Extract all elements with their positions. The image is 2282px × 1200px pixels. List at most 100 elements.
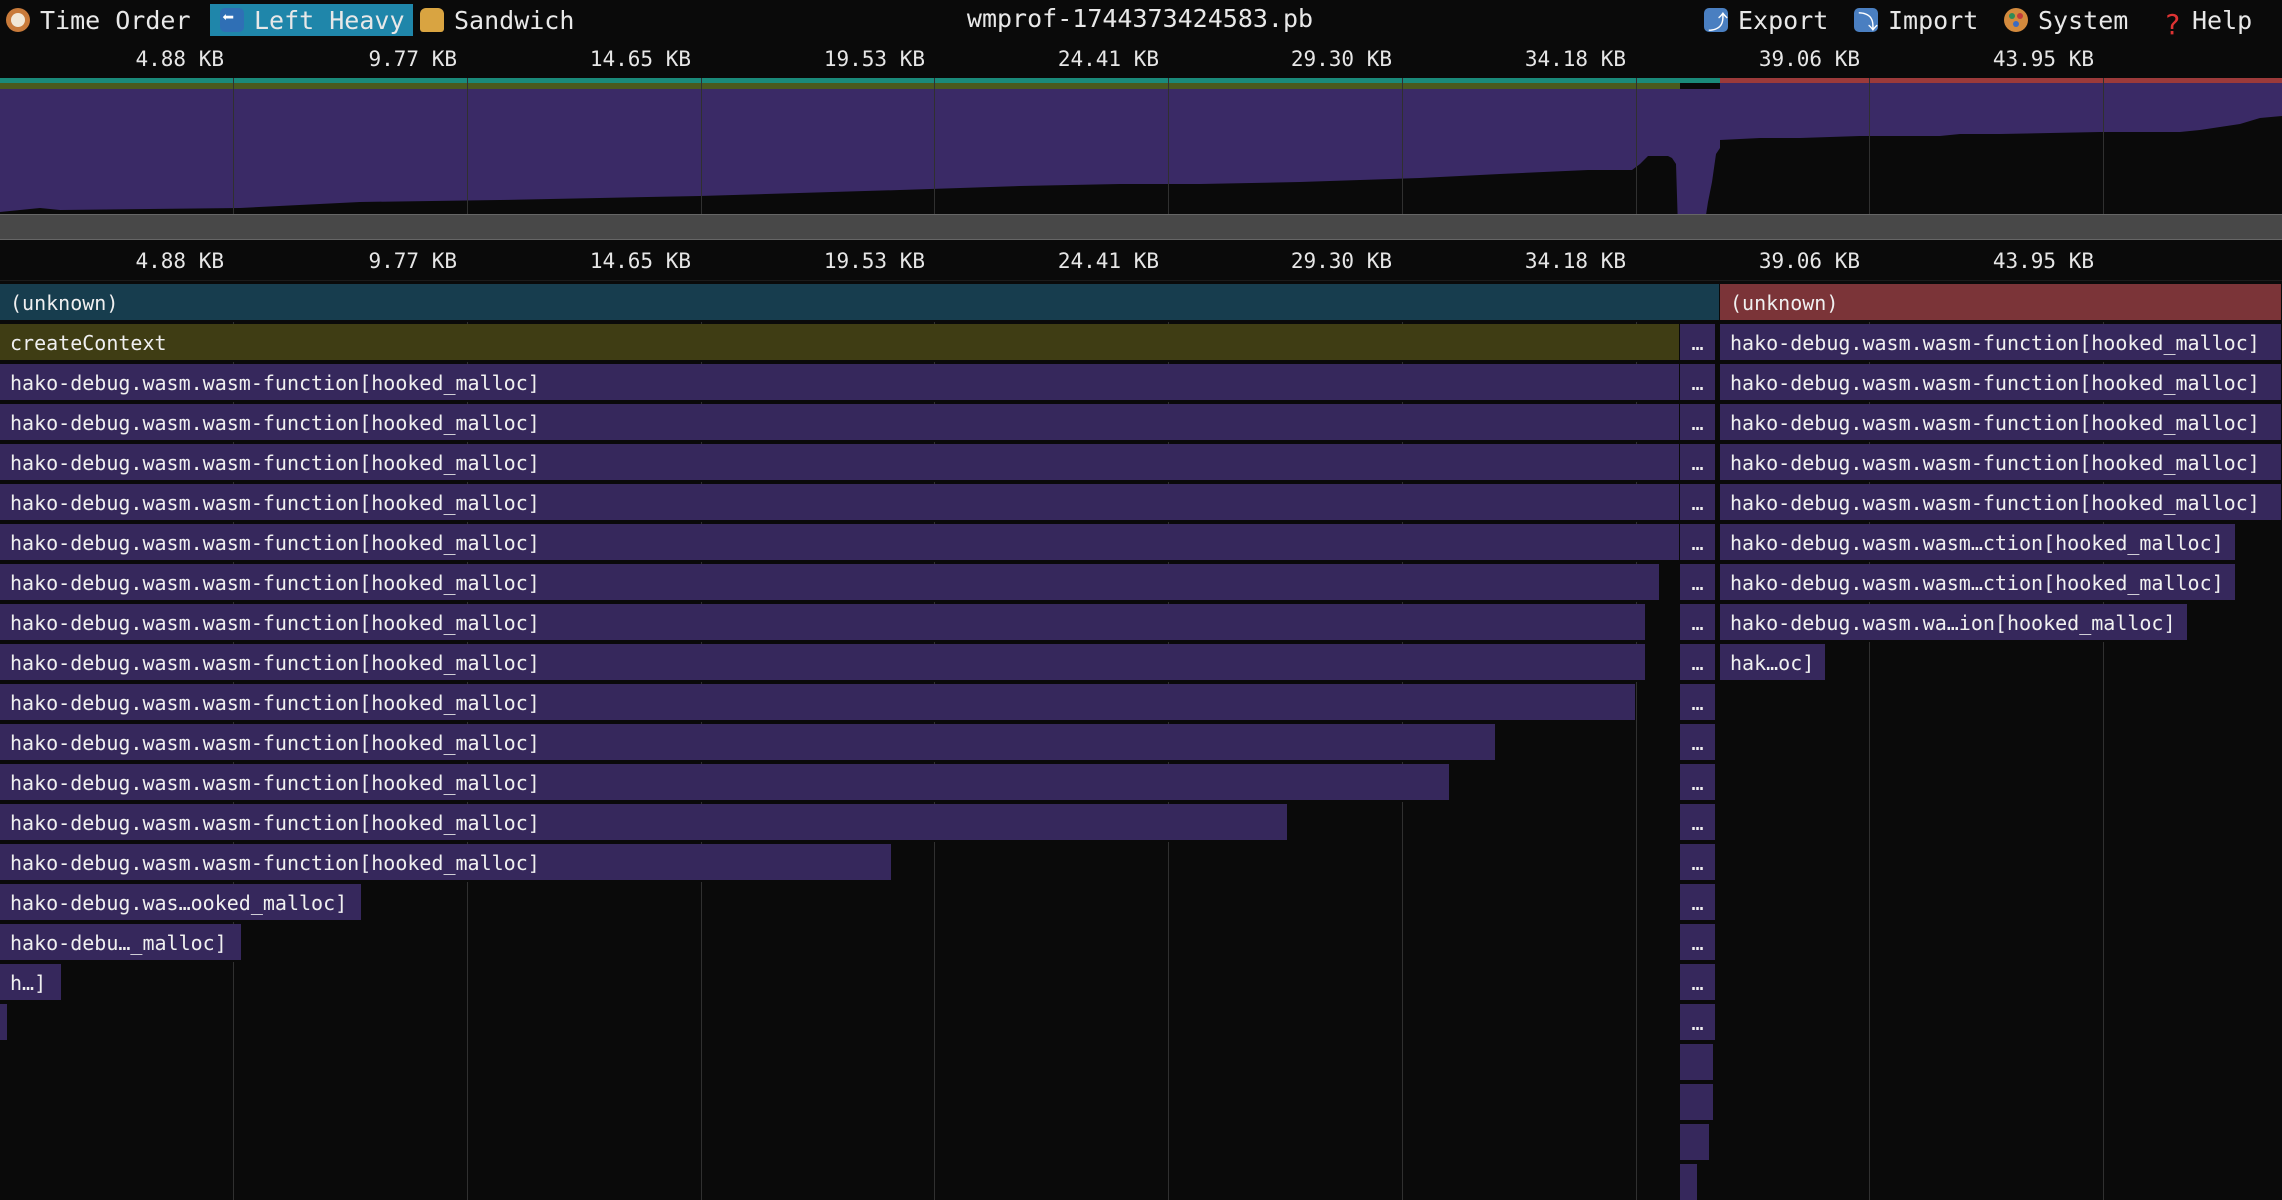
frame-hooked-malloc[interactable]: hako-debug.wasm.wasm-function[hooked_mal… [0,804,1288,842]
frame-collapsed[interactable]: … [1680,804,1716,842]
axis-tick: 4.88 KB [135,47,224,71]
frame-hooked-malloc[interactable]: hako-debu…_malloc] [0,924,242,962]
sandwich-tab[interactable]: Sandwich [420,4,590,36]
viewport-scrollbar[interactable] [0,214,2282,240]
frame-hooked-malloc[interactable]: hako-debug.was…ooked_malloc] [0,884,362,922]
axis-tick: 24.41 KB [1057,249,1159,273]
frame-hooked-malloc[interactable]: hako-debug.wasm.wa…ion[hooked_malloc] [1720,604,2188,642]
frame-collapsed[interactable]: … [1680,524,1716,562]
frame-hooked-malloc[interactable]: hako-debug.wasm.wasm-function[hooked_mal… [0,524,1680,562]
frame-unknown[interactable]: (unknown) [1720,284,2282,322]
sandwich-label: Sandwich [454,5,575,35]
axis-tick: 19.53 KB [823,47,925,71]
frame-hooked-malloc[interactable] [1680,1084,1714,1122]
frame-collapsed[interactable]: … [1680,564,1716,602]
axis-tick: 43.95 KB [1992,249,2094,273]
help-button[interactable]: ? Help [2164,4,2280,42]
frame-hooked-malloc[interactable]: hako-debug.wasm.wasm-function[hooked_mal… [0,444,1680,482]
frame-hooked-malloc[interactable]: hako-debug.wasm.wasm-function[hooked_mal… [0,844,892,882]
frame-collapsed[interactable]: … [1680,684,1716,722]
frame-hooked-malloc[interactable]: hako-debug.wasm.wasm-function[hooked_mal… [1720,324,2282,362]
frame-hooked-malloc[interactable]: hako-debug.wasm.wasm-function[hooked_mal… [0,764,1450,802]
axis-tick: 4.88 KB [135,249,224,273]
overview-malloc-area-right [1720,83,2282,140]
question-mark-icon: ? [2164,8,2181,41]
frame-hooked-malloc[interactable]: hako-debug.wasm.wasm-function[hooked_mal… [1720,444,2282,482]
frame-collapsed[interactable]: … [1680,484,1716,522]
frame-hooked-malloc[interactable]: hako-debug.wasm.wasm-function[hooked_mal… [0,724,1496,762]
frame-collapsed[interactable]: … [1680,604,1716,642]
export-label: Export [1738,5,1829,35]
clock-icon [6,8,30,32]
frame-hooked-malloc[interactable] [1680,1124,1710,1162]
axis-tick: 39.06 KB [1758,47,1860,71]
frame-hooked-malloc[interactable] [1680,1044,1714,1082]
overview-unknown-band [1720,78,2282,83]
system-theme-button[interactable]: System [2004,4,2144,36]
frame-hooked-malloc[interactable]: hako-debug.wasm.wasm-function[hooked_mal… [0,644,1646,682]
overview-minimap[interactable]: 4.88 KB 9.77 KB 14.65 KB 19.53 KB 24.41 … [0,38,2282,254]
axis-tick: 39.06 KB [1758,249,1860,273]
sandwich-icon [420,8,444,32]
frame-collapsed[interactable]: … [1680,724,1716,762]
profile-title[interactable]: wmprof-1744373424583.pb [860,2,1420,34]
axis-tick: 43.95 KB [1992,47,2094,71]
frame-hooked-malloc[interactable]: h…] [0,964,62,1002]
frame-hooked-malloc[interactable]: hako-debug.wasm.wasm-function[hooked_mal… [0,364,1680,402]
axis-tick: 24.41 KB [1057,47,1159,71]
frame-hooked-malloc[interactable]: hako-debug.wasm.wasm…ction[hooked_malloc… [1720,564,2236,602]
frame-hooked-malloc[interactable]: hako-debug.wasm.wasm-function[hooked_mal… [1720,364,2282,402]
import-button[interactable]: Import [1854,4,1994,36]
frame-collapsed[interactable]: … [1680,924,1716,962]
flame-axis: 4.88 KB 9.77 KB 14.65 KB 19.53 KB 24.41 … [0,240,2282,281]
axis-tick: 14.65 KB [589,249,691,273]
left-heavy-label: Left Heavy [254,5,405,35]
axis-tick: 34.18 KB [1524,249,1626,273]
frame-hooked-malloc[interactable]: hak…oc] [1720,644,1826,682]
frame-collapsed[interactable]: … [1680,884,1716,922]
frame-collapsed[interactable]: … [1680,844,1716,882]
frame-collapsed[interactable]: … [1680,444,1716,482]
palette-icon [2004,8,2028,32]
frame-hooked-malloc[interactable]: hako-debug.wasm.wasm…ction[hooked_malloc… [1720,524,2236,562]
axis-tick: 9.77 KB [368,47,457,71]
overview-context-band [0,83,1680,89]
time-order-tab[interactable]: Time Order [6,4,206,36]
axis-tick: 19.53 KB [823,249,925,273]
frame-collapsed[interactable]: … [1680,764,1716,802]
flame-chart[interactable]: (unknown) (unknown) createContext … hako… [0,284,2282,1200]
frame-collapsed[interactable]: … [1680,364,1716,402]
frame-hooked-malloc[interactable]: hako-debug.wasm.wasm-function[hooked_mal… [0,564,1660,602]
overview-axis: 4.88 KB 9.77 KB 14.65 KB 19.53 KB 24.41 … [0,38,2282,79]
axis-tick: 9.77 KB [368,249,457,273]
frame-collapsed[interactable]: … [1680,1004,1716,1042]
frame-hooked-malloc[interactable]: hako-debug.wasm.wasm-function[hooked_mal… [0,684,1636,722]
export-button[interactable]: Export [1704,4,1844,36]
frame-collapsed[interactable]: … [1680,404,1716,442]
system-label: System [2038,5,2129,35]
frame-hooked-malloc[interactable]: hako-debug.wasm.wasm-function[hooked_mal… [1720,404,2282,442]
left-heavy-tab[interactable]: Left Heavy [210,4,413,36]
overview-unknown-band [0,78,1720,83]
frame-collapsed[interactable]: … [1680,324,1716,362]
time-order-label: Time Order [40,5,191,35]
frame-collapsed[interactable]: … [1680,964,1716,1002]
frame-hooked-malloc[interactable] [0,1004,8,1042]
frame-create-context[interactable]: createContext [0,324,1680,362]
arrow-left-icon [220,5,244,32]
axis-tick: 14.65 KB [589,47,691,71]
frame-collapsed[interactable]: … [1680,644,1716,682]
axis-tick: 29.30 KB [1290,47,1392,71]
import-label: Import [1888,5,1979,35]
toolbar: Time Order Left Heavy Sandwich wmprof-17… [0,0,2282,42]
frame-hooked-malloc[interactable]: hako-debug.wasm.wasm-function[hooked_mal… [0,404,1680,442]
frame-unknown[interactable]: (unknown) [0,284,1720,322]
frame-hooked-malloc[interactable]: hako-debug.wasm.wasm-function[hooked_mal… [0,604,1646,642]
help-label: Help [2192,5,2253,35]
import-icon [1854,6,1878,35]
frame-hooked-malloc[interactable]: hako-debug.wasm.wasm-function[hooked_mal… [0,484,1680,522]
frame-hooked-malloc[interactable] [1680,1164,1698,1200]
export-icon [1704,6,1728,35]
axis-tick: 34.18 KB [1524,47,1626,71]
frame-hooked-malloc[interactable]: hako-debug.wasm.wasm-function[hooked_mal… [1720,484,2282,522]
